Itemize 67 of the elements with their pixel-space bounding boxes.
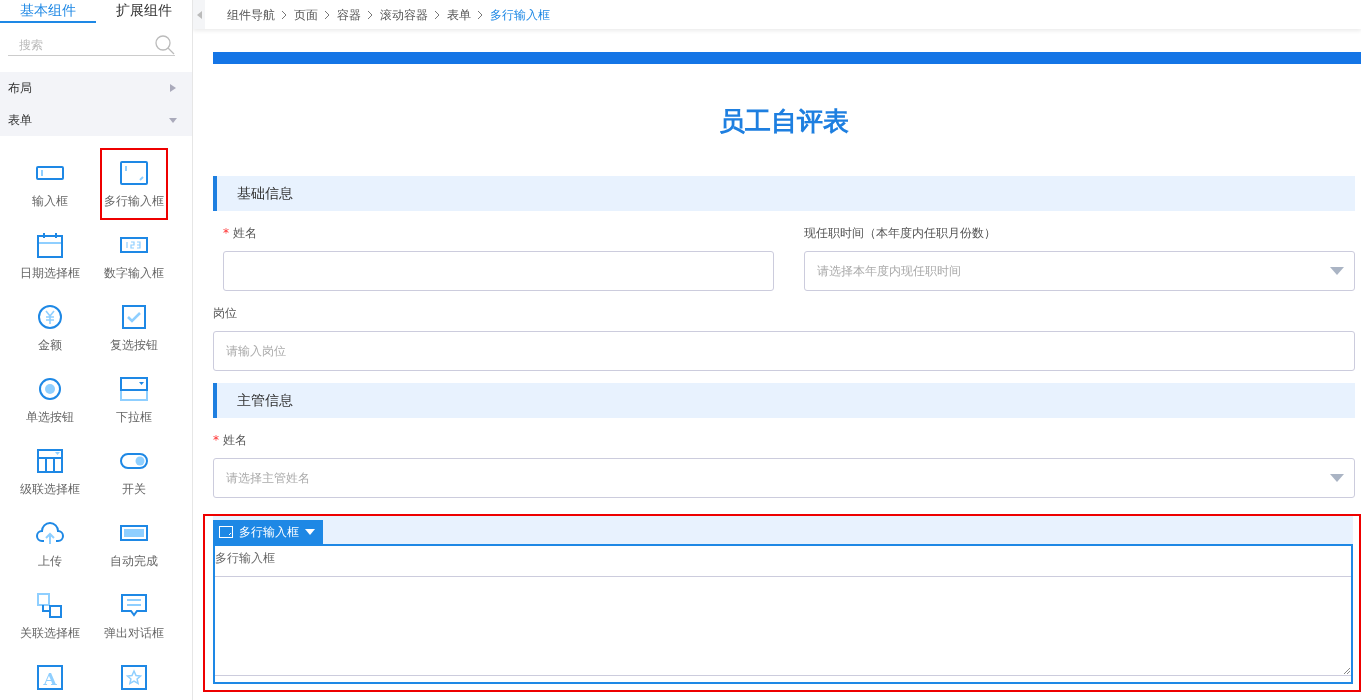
caret-left-icon [196,10,202,19]
component-item[interactable]: 数字输入框 [100,220,168,292]
breadcrumb-link[interactable]: 组件导航 [227,5,275,24]
checkbox-icon [119,304,149,330]
textarea-icon [119,160,149,186]
calendar-icon [35,232,65,258]
breadcrumb-link[interactable]: 容器 [337,5,361,24]
chevron-right-icon [434,9,441,20]
breadcrumb-link[interactable]: 表单 [447,5,471,24]
breadcrumb-link[interactable]: 页面 [294,5,318,24]
component-item[interactable]: 日期选择框 [16,220,84,292]
input-field[interactable]: 请输入岗位 [213,331,1355,371]
chevron-right-icon [477,9,484,20]
speech-bubble-icon [119,592,149,618]
component-item[interactable]: 下拉框 [100,364,168,436]
component-item[interactable]: 输入框 [16,148,84,220]
chevron-right-icon [367,9,374,20]
component-item[interactable]: 上传 [16,508,84,580]
component-item[interactable]: 复选按钮 [100,292,168,364]
component-item[interactable]: 弹出对话框 [100,580,168,652]
select-field[interactable]: 请选择本年度内现任职时间 [804,251,1355,291]
text-input[interactable]: 请输入岗位 [224,341,1344,361]
breadcrumb-link[interactable]: 多行输入框 [490,5,550,24]
field-label: 姓名 [223,433,247,447]
field-label: 岗位 [213,305,238,321]
collapse-handle[interactable] [193,0,205,29]
chevron-right-icon [281,9,288,20]
dropdown-icon [119,376,149,402]
component-item[interactable]: 单选按钮 [16,364,84,436]
search-icon[interactable] [155,35,175,55]
caret-down-icon [1330,474,1344,482]
section-title: 主管信息 [237,391,293,410]
category-header[interactable]: 表单 [0,104,192,136]
required-mark: * [213,433,219,447]
caret-down-icon [1330,267,1344,275]
component-item[interactable]: 关联选择框 [16,580,84,652]
component-item[interactable]: 级联选择框 [16,436,84,508]
resize-grip-icon[interactable] [1343,667,1351,675]
caret-down-icon[interactable] [305,529,315,535]
field-label: 多行输入框 [215,550,276,566]
yen-coin-icon [35,304,65,330]
breadcrumb-link[interactable]: 滚动容器 [380,5,428,24]
required-mark: * [223,226,229,240]
letter-icon: A [35,664,65,690]
search-field[interactable]: 搜索 [8,35,175,56]
chevron-right-icon [324,9,331,20]
component-item[interactable]: 金额 [16,292,84,364]
form-title: 员工自评表 [718,105,850,138]
input-field[interactable] [223,251,774,291]
component-item[interactable]: 多行输入框 [100,148,168,220]
category-header[interactable]: 布局 [0,72,192,104]
linked-squares-icon [35,592,65,618]
toolbar-label: 多行输入框 [239,524,299,541]
component-toolbar[interactable]: 多行输入框 [213,520,323,544]
section-title: 基础信息 [237,184,293,203]
cloud-upload-icon [35,520,65,546]
sidebar-tab[interactable]: 基本组件 [0,0,96,23]
select-field[interactable]: 请选择主管姓名 [213,458,1355,498]
component-item[interactable]: 开关 [100,436,168,508]
table-grid-icon [35,448,65,474]
field-label: 姓名 [233,226,257,240]
text-input[interactable]: 请选择本年度内现任职时间 [815,261,1330,281]
text-input[interactable]: 请选择主管姓名 [224,468,1330,488]
field-label: 现任职时间（本年度内任职月份数） [804,225,997,241]
textarea-icon [219,526,233,538]
textarea-field[interactable] [215,576,1351,676]
component-item[interactable]: 自动完成 [100,508,168,580]
